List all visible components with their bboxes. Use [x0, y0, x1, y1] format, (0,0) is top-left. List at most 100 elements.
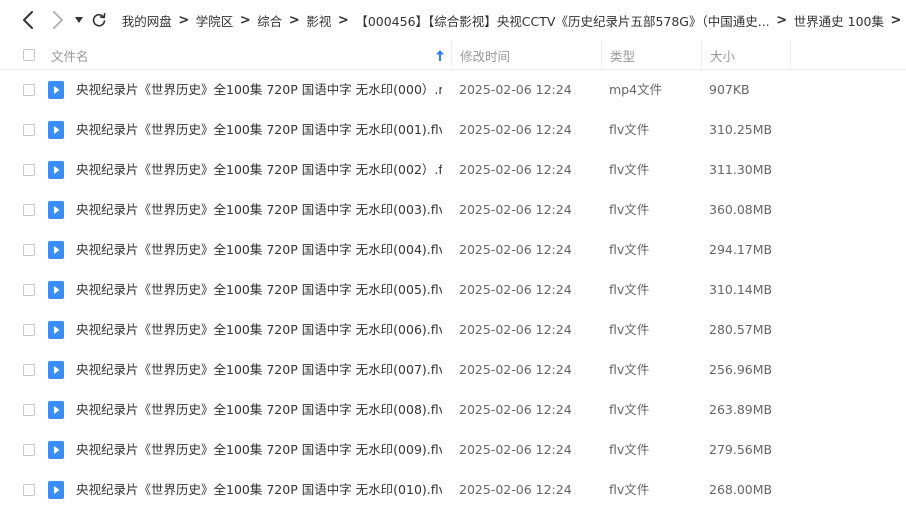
- breadcrumb-separator: >: [337, 12, 349, 28]
- row-checkbox[interactable]: [23, 164, 35, 176]
- file-modified: 2025-02-06 12:24: [459, 282, 572, 297]
- breadcrumb-item-general[interactable]: 综合: [255, 11, 284, 30]
- breadcrumb-separator: >: [890, 12, 902, 28]
- file-row[interactable]: 央视纪录片《世界历史》全100集 720P 国语中字 无水印(009).flv …: [0, 430, 906, 470]
- file-row[interactable]: 央视纪录片《世界历史》全100集 720P 国语中字 无水印(010).flv …: [0, 470, 906, 510]
- row-checkbox[interactable]: [23, 124, 35, 136]
- file-size: 279.56MB: [709, 442, 773, 457]
- file-name[interactable]: 央视纪录片《世界历史》全100集 720P 国语中字 无水印(001).flv: [76, 110, 442, 150]
- column-header-name-label: 文件名: [51, 48, 89, 64]
- file-size: 263.89MB: [709, 402, 773, 417]
- history-dropdown-button[interactable]: [72, 0, 86, 40]
- row-checkbox[interactable]: [23, 204, 35, 216]
- video-file-icon: [48, 281, 64, 303]
- file-name[interactable]: 央视纪录片《世界历史》全100集 720P 国语中字 无水印(007).flv: [76, 350, 442, 390]
- file-type: flv文件: [609, 482, 650, 497]
- file-size: 311.30MB: [709, 162, 773, 177]
- select-all-checkbox[interactable]: [23, 49, 35, 61]
- refresh-icon: [92, 13, 106, 27]
- file-name[interactable]: 央视纪录片《世界历史》全100集 720P 国语中字 无水印(002）.flv: [76, 150, 442, 190]
- video-file-icon: [48, 481, 64, 503]
- breadcrumb-item-collection[interactable]: 【000456】【综合影视】央视CCTV《历史纪录片五部578G》（中国通史..…: [353, 11, 771, 30]
- video-file-icon: [48, 361, 64, 383]
- row-checkbox[interactable]: [23, 244, 35, 256]
- file-size: 360.08MB: [709, 202, 773, 217]
- file-modified: 2025-02-06 12:24: [459, 122, 572, 137]
- breadcrumb-separator: >: [178, 12, 190, 28]
- file-type: flv文件: [609, 322, 650, 337]
- file-type: mp4文件: [609, 82, 663, 97]
- file-type: flv文件: [609, 202, 650, 217]
- file-row[interactable]: 央视纪录片《世界历史》全100集 720P 国语中字 无水印(003).flv …: [0, 190, 906, 230]
- file-modified: 2025-02-06 12:24: [459, 482, 572, 497]
- row-checkbox[interactable]: [23, 84, 35, 96]
- column-header-name[interactable]: 文件名: [44, 40, 450, 70]
- refresh-button[interactable]: [87, 0, 109, 40]
- column-header-modified-label: 修改时间: [460, 48, 511, 64]
- back-arrow-icon: [22, 11, 34, 29]
- file-modified: 2025-02-06 12:24: [459, 402, 572, 417]
- file-modified: 2025-02-06 12:24: [459, 442, 572, 457]
- file-name[interactable]: 央视纪录片《世界历史》全100集 720P 国语中字 无水印(005).flv: [76, 270, 442, 310]
- row-checkbox[interactable]: [23, 284, 35, 296]
- column-header-modified[interactable]: 修改时间: [451, 40, 601, 70]
- forward-button[interactable]: [46, 0, 70, 40]
- breadcrumb-item-my-drive[interactable]: 我的网盘: [120, 11, 174, 30]
- back-button[interactable]: [14, 0, 42, 40]
- file-modified: 2025-02-06 12:24: [459, 362, 572, 377]
- file-row[interactable]: 央视纪录片《世界历史》全100集 720P 国语中字 无水印(006).flv …: [0, 310, 906, 350]
- file-modified: 2025-02-06 12:24: [459, 162, 572, 177]
- file-name[interactable]: 央视纪录片《世界历史》全100集 720P 国语中字 无水印(003).flv: [76, 190, 442, 230]
- breadcrumb-separator: >: [288, 12, 300, 28]
- file-type: flv文件: [609, 402, 650, 417]
- dropdown-caret-icon: [74, 17, 83, 23]
- video-file-icon: [48, 401, 64, 423]
- breadcrumb: 我的网盘 > 学院区 > 综合 > 影视 > 【000456】【综合影视】央视C…: [120, 11, 906, 30]
- file-type: flv文件: [609, 122, 650, 137]
- file-size: 310.14MB: [709, 282, 773, 297]
- file-name[interactable]: 央视纪录片《世界历史》全100集 720P 国语中字 无水印(008).flv: [76, 390, 442, 430]
- breadcrumb-separator: >: [239, 12, 251, 28]
- file-type: flv文件: [609, 242, 650, 257]
- file-row[interactable]: 央视纪录片《世界历史》全100集 720P 国语中字 无水印(004).flv …: [0, 230, 906, 270]
- file-row[interactable]: 央视纪录片《世界历史》全100集 720P 国语中字 无水印(008).flv …: [0, 390, 906, 430]
- file-size: 907KB: [709, 82, 750, 97]
- file-name[interactable]: 央视纪录片《世界历史》全100集 720P 国语中字 无水印(004).flv: [76, 230, 442, 270]
- column-header-type[interactable]: 类型: [601, 40, 701, 70]
- file-list: 央视纪录片《世界历史》全100集 720P 国语中字 无水印(000）.m...…: [0, 70, 906, 510]
- video-file-icon: [48, 201, 64, 223]
- file-name[interactable]: 央视纪录片《世界历史》全100集 720P 国语中字 无水印(006).flv: [76, 310, 442, 350]
- file-size: 256.96MB: [709, 362, 773, 377]
- file-size: 310.25MB: [709, 122, 773, 137]
- file-modified: 2025-02-06 12:24: [459, 322, 572, 337]
- file-row[interactable]: 央视纪录片《世界历史》全100集 720P 国语中字 无水印(005).flv …: [0, 270, 906, 310]
- file-size: 294.17MB: [709, 242, 773, 257]
- file-name[interactable]: 央视纪录片《世界历史》全100集 720P 国语中字 无水印(000）.m...: [76, 70, 442, 110]
- file-size: 280.57MB: [709, 322, 773, 337]
- video-file-icon: [48, 241, 64, 263]
- breadcrumb-separator: >: [776, 12, 788, 28]
- file-type: flv文件: [609, 442, 650, 457]
- row-checkbox[interactable]: [23, 484, 35, 496]
- video-file-icon: [48, 161, 64, 183]
- file-row[interactable]: 央视纪录片《世界历史》全100集 720P 国语中字 无水印(001).flv …: [0, 110, 906, 150]
- file-row[interactable]: 央视纪录片《世界历史》全100集 720P 国语中字 无水印(007).flv …: [0, 350, 906, 390]
- video-file-icon: [48, 321, 64, 343]
- file-modified: 2025-02-06 12:24: [459, 202, 572, 217]
- file-name[interactable]: 央视纪录片《世界历史》全100集 720P 国语中字 无水印(009).flv: [76, 430, 442, 470]
- breadcrumb-item-academy[interactable]: 学院区: [194, 11, 236, 30]
- file-row[interactable]: 央视纪录片《世界历史》全100集 720P 国语中字 无水印(002）.flv …: [0, 150, 906, 190]
- file-row[interactable]: 央视纪录片《世界历史》全100集 720P 国语中字 无水印(000）.m...…: [0, 70, 906, 110]
- breadcrumb-item-film[interactable]: 影视: [304, 11, 333, 30]
- row-checkbox[interactable]: [23, 324, 35, 336]
- file-name[interactable]: 央视纪录片《世界历史》全100集 720P 国语中字 无水印(010).flv: [76, 470, 442, 510]
- file-type: flv文件: [609, 362, 650, 377]
- row-checkbox[interactable]: [23, 404, 35, 416]
- row-checkbox[interactable]: [23, 444, 35, 456]
- breadcrumb-item-current-folder[interactable]: 世界通史 100集: [792, 11, 886, 30]
- row-checkbox[interactable]: [23, 364, 35, 376]
- column-header-size[interactable]: 大小: [701, 40, 791, 70]
- forward-arrow-icon: [52, 11, 64, 29]
- file-size: 268.00MB: [709, 482, 773, 497]
- video-file-icon: [48, 81, 64, 103]
